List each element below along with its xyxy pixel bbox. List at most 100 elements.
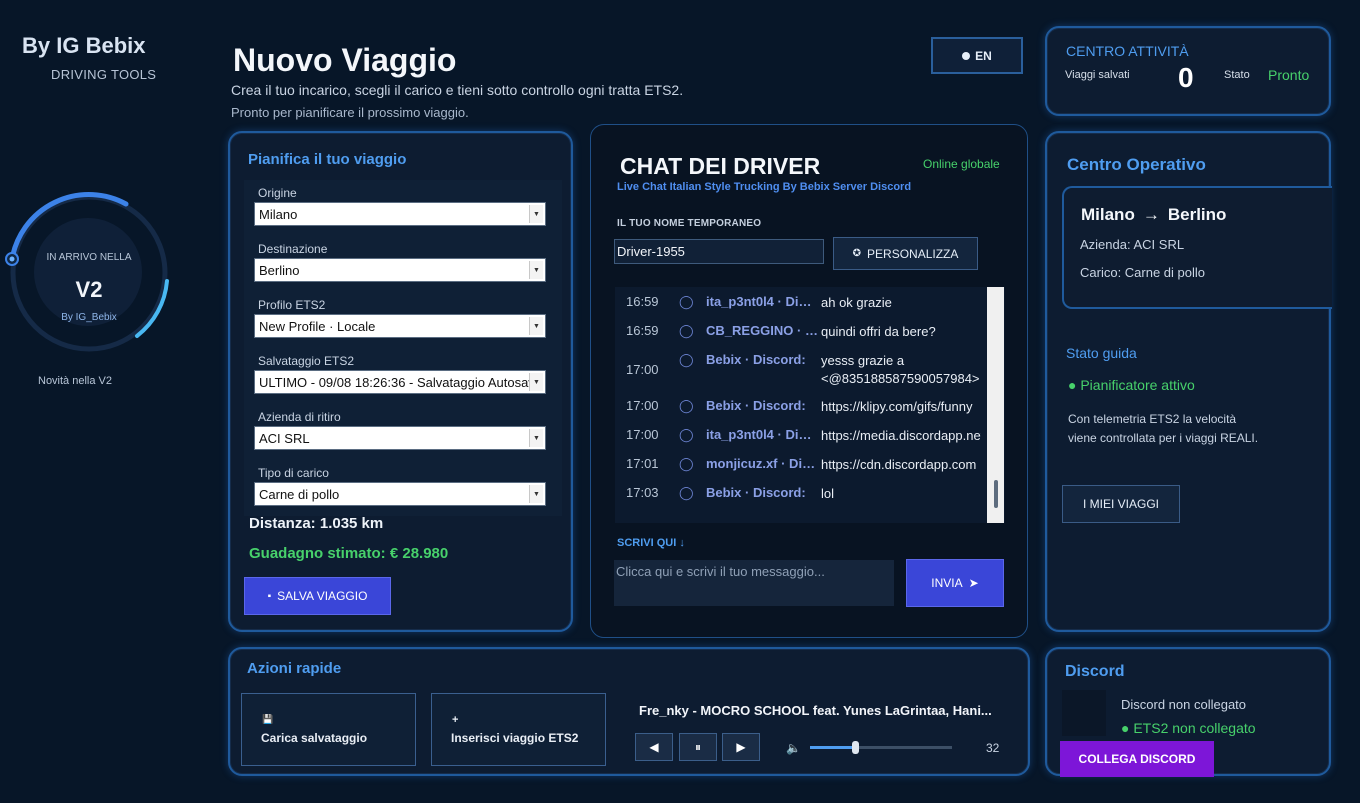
chevron-down-icon: ▼ [529, 485, 543, 503]
volume-fill [810, 746, 855, 749]
version-gauge: IN ARRIVO NELLA V2 By IG_Bebix [4, 186, 174, 356]
chevron-down-icon: ▼ [529, 373, 543, 391]
gauge-author: By IG_Bebix [61, 312, 117, 323]
plus-icon: + [452, 714, 459, 726]
message-input[interactable]: Clicca qui e scrivi il tuo messaggio... [614, 560, 894, 606]
track-title: Fre_nky - MOCRO SCHOOL feat. Yunes LaGri… [639, 703, 992, 718]
customize-button[interactable]: ✪ PERSONALIZZA [833, 237, 978, 270]
speech-bubble-icon: ◯ [679, 323, 694, 338]
origin-select[interactable]: Milano ▼ [254, 202, 546, 226]
destination-field: Destinazione Berlino ▼ [244, 236, 562, 292]
name-label: IL TUO NOME TEMPORANEO [617, 218, 762, 229]
profile-label: Profilo ETS2 [258, 298, 326, 312]
chevron-down-icon: ▼ [529, 317, 543, 335]
chevron-down-icon: ▼ [529, 429, 543, 447]
savegame-field: Salvataggio ETS2 ULTIMO - 09/08 18:26:36… [244, 348, 562, 404]
chat-title: CHAT DEI DRIVER [620, 153, 821, 179]
route-title: Milano → Berlino [1081, 205, 1227, 224]
savegame-label: Salvataggio ETS2 [258, 354, 355, 368]
chat-message-list[interactable]: 16:59◯ ita_p3nt0l4 · Discord:ah ok grazi… [615, 287, 1005, 523]
distance-text: Distanza: 1.035 km [249, 515, 384, 532]
discord-avatar [1062, 690, 1106, 736]
discord-title: Discord [1065, 663, 1125, 680]
send-arrow-icon: ➤ [968, 576, 979, 590]
next-icon: ▶ [736, 740, 746, 754]
state-label: Stato [1224, 69, 1250, 81]
connect-discord-button[interactable]: COLLEGA DISCORD [1060, 741, 1214, 777]
ets2-status: ● ETS2 non collegato [1121, 720, 1256, 736]
state-value: Pronto [1268, 67, 1310, 83]
operations-title: Centro Operativo [1067, 155, 1206, 174]
saved-trips-count: 0 [1178, 62, 1194, 93]
save-trip-button[interactable]: ▪ SALVA VIAGGIO [244, 577, 391, 615]
insert-trip-button[interactable]: + Inserisci viaggio ETS2 [431, 693, 606, 766]
pause-button[interactable]: ⏸ [679, 733, 717, 761]
brand-subtitle: DRIVING TOOLS [51, 67, 157, 82]
route-company: Azienda: ACI SRL [1080, 237, 1185, 252]
volume-icon: 🔈 [786, 741, 801, 755]
company-field: Azienda di ritiro ACI SRL ▼ [244, 404, 562, 460]
drive-state: ● Pianificatore attivo [1068, 377, 1195, 393]
plan-title: Pianifica il tuo viaggio [248, 151, 407, 168]
load-save-button[interactable]: 💾 Carica salvataggio [241, 693, 416, 766]
speech-bubble-icon: ◯ [679, 427, 694, 442]
company-select[interactable]: ACI SRL ▼ [254, 426, 546, 450]
my-trips-button[interactable]: I MIEI VIAGGI [1062, 485, 1180, 523]
volume-thumb[interactable] [852, 741, 859, 754]
page-title: Nuovo Viaggio [233, 42, 457, 78]
cargo-field: Tipo di carico Carne di pollo ▼ [244, 460, 562, 516]
discord-status: Discord non collegato [1121, 697, 1247, 712]
online-status: Online globale [923, 157, 1000, 171]
temp-name-input[interactable]: Driver-1955 [614, 239, 824, 264]
chat-scroll-thumb[interactable] [994, 480, 998, 508]
speech-bubble-icon: ◯ [679, 456, 694, 471]
savegame-select[interactable]: ULTIMO - 09/08 18:26:36 - Salvataggio Au… [254, 370, 546, 394]
destination-label: Destinazione [258, 242, 328, 256]
earning-text: Guadagno stimato: € 28.980 [249, 545, 449, 562]
floppy-icon: 💾 [262, 714, 274, 724]
chevron-down-icon: ▼ [529, 205, 543, 223]
language-label: EN [975, 48, 992, 63]
cargo-select[interactable]: Carne di pollo ▼ [254, 482, 546, 506]
gauge-version: V2 [75, 277, 103, 302]
speech-bubble-icon: ◯ [679, 485, 694, 500]
route-cargo: Carico: Carne di pollo [1080, 265, 1206, 280]
speech-bubble-icon: ◯ [679, 294, 694, 309]
drive-state-title: Stato guida [1066, 345, 1137, 361]
page-subtitle: Crea il tuo incarico, scegli il carico e… [231, 82, 684, 98]
send-button[interactable]: INVIA ➤ [906, 559, 1004, 607]
brand-title: By IG Bebix [22, 33, 146, 58]
news-link[interactable]: Novità nella V2 [38, 375, 112, 387]
company-label: Azienda di ritiro [258, 410, 341, 424]
telemetry-note-2: viene controllata per i viaggi REALI. [1068, 431, 1259, 445]
status-line: Pronto per pianificare il prossimo viagg… [231, 105, 469, 120]
telemetry-note-1: Con telemetria ETS2 la velocità [1068, 412, 1237, 426]
globe-icon [962, 51, 971, 60]
write-label: SCRIVI QUI ↓ [617, 537, 685, 549]
previous-button[interactable]: ◀ [635, 733, 673, 761]
language-button[interactable]: EN [931, 37, 1023, 74]
origin-field: Origine Milano ▼ [244, 180, 562, 236]
volume-slider[interactable] [810, 741, 952, 754]
profile-select[interactable]: New Profile · Locale ▼ [254, 314, 546, 338]
next-button[interactable]: ▶ [722, 733, 760, 761]
gauge-label: IN ARRIVO NELLA [46, 252, 132, 263]
destination-select[interactable]: Berlino ▼ [254, 258, 546, 282]
speech-bubble-icon: ◯ [679, 352, 694, 367]
speech-bubble-icon: ◯ [679, 398, 694, 413]
save-icon: ▪ [267, 590, 272, 602]
quick-actions-title: Azioni rapide [247, 660, 342, 677]
saved-trips-label: Viaggi salvati [1065, 69, 1130, 81]
gauge-center [34, 218, 142, 326]
cargo-label: Tipo di carico [258, 466, 329, 480]
profile-field: Profilo ETS2 New Profile · Locale ▼ [244, 292, 562, 348]
origin-label: Origine [258, 186, 297, 200]
pause-icon: ⏸ [694, 739, 701, 754]
chat-subtitle: Live Chat Italian Style Trucking By Bebi… [617, 181, 912, 193]
previous-icon: ◀ [649, 740, 659, 754]
arrow-right-icon: → [1142, 205, 1160, 224]
palette-icon: ✪ [852, 248, 862, 259]
volume-value: 32 [986, 741, 1000, 755]
chevron-down-icon: ▼ [529, 261, 543, 279]
activity-title: CENTRO ATTIVITÀ [1066, 43, 1189, 59]
